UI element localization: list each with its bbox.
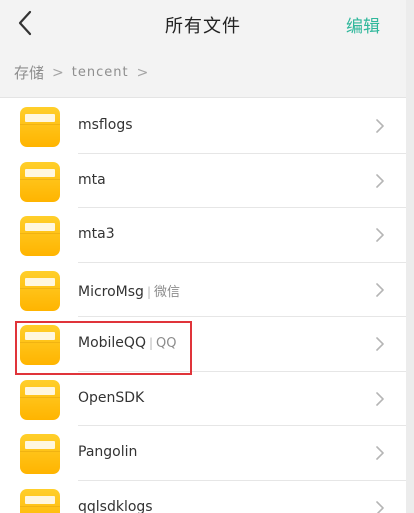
folder-icon (20, 216, 60, 256)
file-name-text: MicroMsg (78, 283, 144, 300)
folder-icon (20, 161, 60, 202)
file-name: msflogs (78, 117, 133, 133)
file-name: OpenSDK (78, 390, 144, 406)
file-name: qqlsdklogs (78, 499, 153, 513)
file-name: mta3 (78, 226, 115, 242)
file-name-text: msflogs (78, 117, 133, 133)
file-name: MobileQQ | QQ (78, 335, 176, 351)
chevron-right-icon (376, 446, 384, 460)
file-row[interactable]: MobileQQ | QQ (0, 317, 406, 372)
file-manager-screen: 所有文件 编辑 存储 > tencent > msflogs mta mta3 Mic… (0, 0, 414, 513)
chevron-right-icon (376, 282, 384, 297)
breadcrumb: 存储 > tencent > (0, 48, 406, 98)
file-note: 微信 (154, 284, 181, 300)
file-name-text: Pangolin (78, 444, 138, 460)
file-name-text: qqlsdklogs (78, 498, 153, 513)
name-separator: | (146, 284, 151, 299)
file-name: mta (78, 172, 106, 188)
folder-icon (20, 488, 60, 513)
folder-icon (20, 379, 60, 420)
file-row[interactable]: Pangolin (0, 426, 406, 481)
top-bar: 所有文件 编辑 (0, 0, 406, 48)
file-row[interactable]: mta3 (0, 208, 406, 263)
file-row[interactable]: mta (0, 154, 406, 208)
breadcrumb-root[interactable]: 存储 (14, 62, 44, 83)
breadcrumb-separator: > (136, 64, 149, 81)
name-separator: | (148, 336, 154, 350)
file-row[interactable]: qqlsdklogs (0, 481, 406, 513)
folder-icon (20, 434, 60, 474)
file-name-text: OpenSDK (78, 389, 145, 406)
file-list: msflogs mta mta3 MicroMsg | 微信 MobileQQ | QQ Open… (0, 99, 406, 513)
file-name: MicroMsg | 微信 (78, 281, 180, 300)
chevron-right-icon (376, 391, 384, 406)
edit-button[interactable]: 编辑 (346, 12, 380, 37)
file-name-text: mta3 (78, 226, 115, 242)
file-row[interactable]: OpenSDK (0, 372, 406, 426)
file-row[interactable]: MicroMsg | 微信 (0, 263, 406, 317)
breadcrumb-separator: > (52, 64, 64, 81)
breadcrumb-tencent[interactable]: tencent (72, 65, 129, 80)
chevron-right-icon (376, 500, 384, 513)
scrollbar-track (406, 0, 414, 513)
chevron-right-icon (376, 228, 384, 242)
file-name-text: mta (78, 171, 106, 188)
folder-icon (20, 325, 60, 365)
folder-icon (20, 107, 60, 147)
file-row[interactable]: msflogs (0, 99, 406, 154)
file-name-text: MobileQQ (78, 335, 146, 351)
file-name: Pangolin (78, 444, 137, 460)
chevron-right-icon (376, 173, 384, 188)
chevron-right-icon (376, 337, 384, 351)
chevron-right-icon (376, 119, 384, 133)
file-note: QQ (156, 336, 177, 351)
folder-icon (20, 270, 60, 311)
